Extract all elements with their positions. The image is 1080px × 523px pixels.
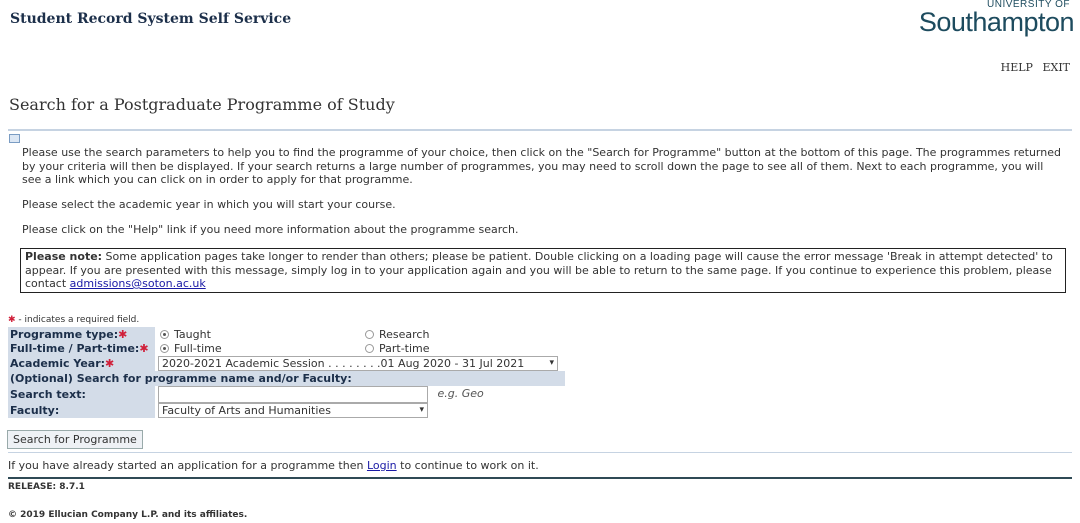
faculty-label: Faculty: xyxy=(8,402,155,418)
required-legend: ✱ - indicates a required field. xyxy=(8,315,139,325)
login-link[interactable]: Login xyxy=(367,459,397,472)
footer-divider xyxy=(8,477,1072,479)
academic-year-label: Academic Year:✱ xyxy=(8,356,155,371)
intro-paragraph: Please use the search parameters to help… xyxy=(22,146,1061,186)
academic-year-select[interactable]: 2020-2021 Academic Session . . . . . . .… xyxy=(158,356,558,371)
note-label: Please note: xyxy=(25,250,103,263)
radio-icon[interactable] xyxy=(365,344,374,354)
page-title: Search for a Postgraduate Programme of S… xyxy=(9,95,395,114)
required-legend-text: - indicates a required field. xyxy=(15,315,140,325)
admissions-email-link[interactable]: admissions@soton.ac.uk xyxy=(70,277,206,290)
search-hint: e.g. Geo xyxy=(437,387,484,400)
radio-icon[interactable] xyxy=(365,329,374,339)
divider xyxy=(8,452,1072,453)
release-version: RELEASE: 8.7.1 xyxy=(8,482,85,492)
logo-main-text: Southampton xyxy=(918,7,1075,37)
university-logo: UNIVERSITY OF Southampton xyxy=(918,0,1075,37)
search-for-programme-button[interactable]: Search for Programme xyxy=(7,430,143,449)
divider xyxy=(8,129,1072,131)
search-text-label: Search text: xyxy=(8,385,155,403)
faculty-select[interactable]: Faculty of Arts and Humanities xyxy=(158,402,428,418)
radio-taught[interactable]: Taught xyxy=(156,327,360,342)
search-text-input[interactable] xyxy=(158,385,428,403)
login-line: If you have already started an applicati… xyxy=(8,459,539,472)
help-link[interactable]: HELP xyxy=(1001,61,1033,74)
header-links: HELP EXIT xyxy=(995,61,1070,74)
intro-paragraph: Please select the academic year in which… xyxy=(22,198,396,211)
search-form: Programme type:✱ Taught Research Full-ti… xyxy=(7,327,566,418)
system-title: Student Record System Self Service xyxy=(10,11,292,27)
note-box: Please note: Some application pages take… xyxy=(20,248,1066,293)
radio-research[interactable]: Research xyxy=(361,327,565,342)
exit-link[interactable]: EXIT xyxy=(1042,61,1070,74)
programme-type-label: Programme type:✱ xyxy=(8,327,155,342)
info-icon xyxy=(9,134,20,143)
mode-label: Full-time / Part-time:✱ xyxy=(8,341,155,356)
radio-selected-icon[interactable] xyxy=(160,329,169,339)
radio-full-time[interactable]: Full-time xyxy=(156,342,360,357)
radio-selected-icon[interactable] xyxy=(160,344,169,354)
radio-part-time[interactable]: Part-time xyxy=(361,342,565,357)
intro-paragraph: Please click on the "Help" link if you n… xyxy=(22,223,519,236)
required-marker-icon: ✱ xyxy=(8,315,16,325)
optional-search-header: (Optional) Search for programme name and… xyxy=(8,371,565,386)
copyright: © 2019 Ellucian Company L.P. and its aff… xyxy=(8,510,248,520)
